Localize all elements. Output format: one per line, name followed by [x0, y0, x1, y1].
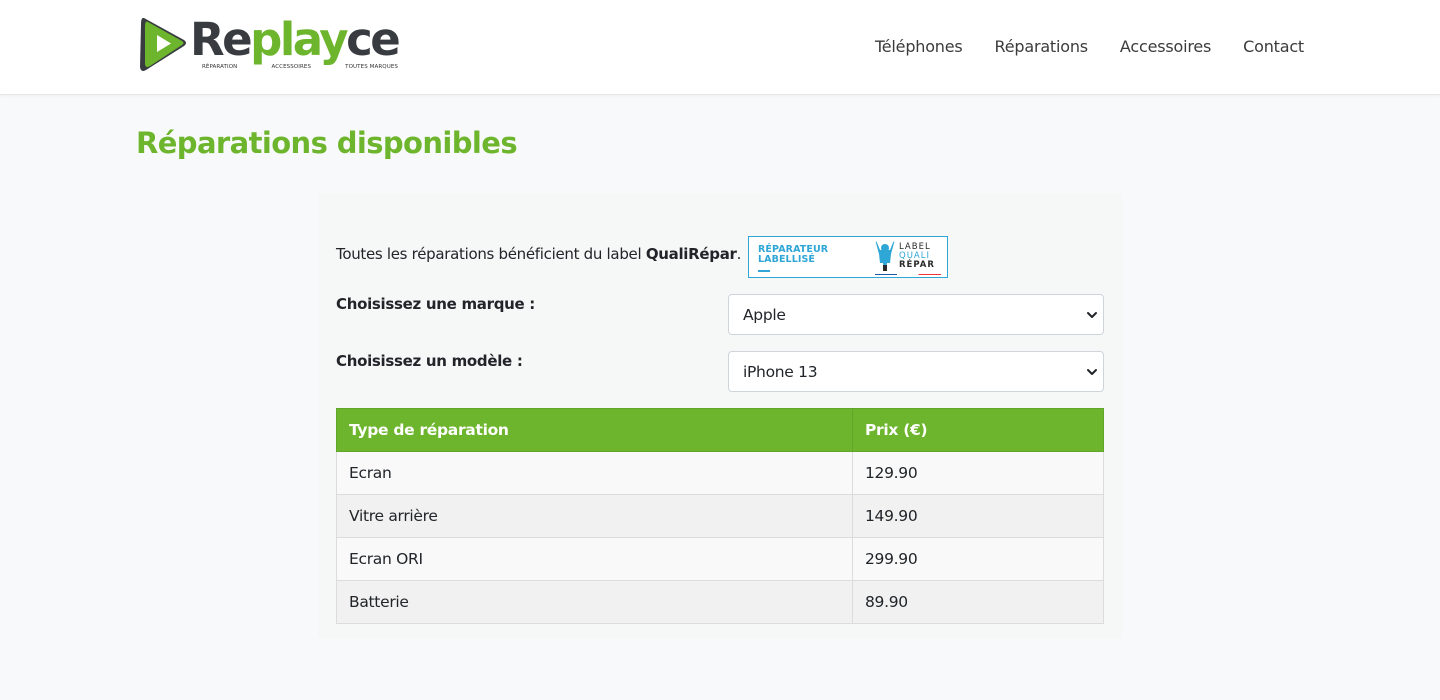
- badge-left-text: RÉPARATEUR LABELLISÉ: [758, 245, 828, 265]
- intro-label-name: QualiRépar: [645, 245, 737, 263]
- brand-select[interactable]: Apple: [728, 294, 1104, 335]
- badge-underline: [758, 270, 770, 272]
- price-cell: 299.90: [852, 537, 1104, 581]
- nav-item-telephones[interactable]: Téléphones: [875, 36, 963, 58]
- logo-text-re: Re: [190, 13, 253, 66]
- chevron-down-icon: [1087, 369, 1097, 375]
- repair-type-cell: Ecran: [336, 451, 853, 495]
- intro-text: Toutes les réparations bénéficient du la…: [336, 245, 646, 263]
- price-cell: 89.90: [852, 580, 1104, 624]
- logo-tag-toutes-marques: TOUTES MARQUES: [345, 64, 398, 70]
- table-header-row: Type de réparation Prix (€): [336, 408, 1104, 452]
- model-select[interactable]: iPhone 13: [728, 351, 1104, 392]
- price-cell: 129.90: [852, 451, 1104, 495]
- logo-text-play: play: [250, 13, 348, 66]
- qualirepar-intro: Toutes les réparations bénéficient du la…: [336, 245, 741, 263]
- badge-line-labellise: LABELLISÉ: [758, 254, 816, 265]
- qualirepar-badge: RÉPARATEUR LABELLISÉ LABEL QUALI RÉPAR: [748, 236, 948, 278]
- column-header-price: Prix (€): [852, 408, 1104, 452]
- repair-type-cell: Batterie: [336, 580, 853, 624]
- model-select-value: iPhone 13: [743, 362, 818, 381]
- repair-price-table: Type de réparation Prix (€) Ecran 129.90…: [336, 408, 1104, 624]
- badge-line-repar: RÉPAR: [899, 260, 935, 270]
- replayce-logo[interactable]: Replayce RÉPARATION ACCESSOIRES TOUTES M…: [138, 13, 401, 74]
- price-cell: 149.90: [852, 494, 1104, 538]
- site-header: Replayce RÉPARATION ACCESSOIRES TOUTES M…: [0, 0, 1440, 95]
- table-row: Vitre arrière 149.90: [336, 494, 1104, 538]
- nav-item-reparations[interactable]: Réparations: [995, 36, 1089, 58]
- nav-item-contact[interactable]: Contact: [1243, 36, 1304, 58]
- logo-tagline: RÉPARATION ACCESSOIRES TOUTES MARQUES: [202, 64, 398, 70]
- badge-flag-stripe: [875, 274, 941, 275]
- brand-select-value: Apple: [743, 305, 786, 324]
- repair-type-cell: Vitre arrière: [336, 494, 853, 538]
- logo-tag-accessoires: ACCESSOIRES: [271, 64, 312, 70]
- page-title: Réparations disponibles: [136, 126, 518, 160]
- column-header-repair-type: Type de réparation: [336, 408, 853, 452]
- intro-period: .: [736, 245, 742, 263]
- logo-wordmark: Replayce: [190, 13, 401, 66]
- chevron-down-icon: [1087, 312, 1097, 318]
- model-select-label: Choisissez un modèle :: [336, 352, 523, 370]
- logo-tag-reparation: RÉPARATION: [202, 64, 238, 70]
- table-row: Batterie 89.90: [336, 580, 1104, 624]
- repair-type-cell: Ecran ORI: [336, 537, 853, 581]
- logo-text-ce: ce: [346, 13, 401, 66]
- table-row: Ecran 129.90: [336, 451, 1104, 495]
- play-logo-icon: [140, 17, 186, 71]
- badge-right-text: LABEL QUALI RÉPAR: [899, 243, 935, 270]
- brand-select-label: Choisissez une marque :: [336, 295, 535, 313]
- nav-item-accessoires[interactable]: Accessoires: [1120, 36, 1211, 58]
- repairer-figure-icon: [875, 241, 895, 271]
- table-row: Ecran ORI 299.90: [336, 537, 1104, 581]
- repairs-card: Toutes les réparations bénéficient du la…: [318, 193, 1123, 639]
- main-nav: Téléphones Réparations Accessoires Conta…: [875, 36, 1304, 58]
